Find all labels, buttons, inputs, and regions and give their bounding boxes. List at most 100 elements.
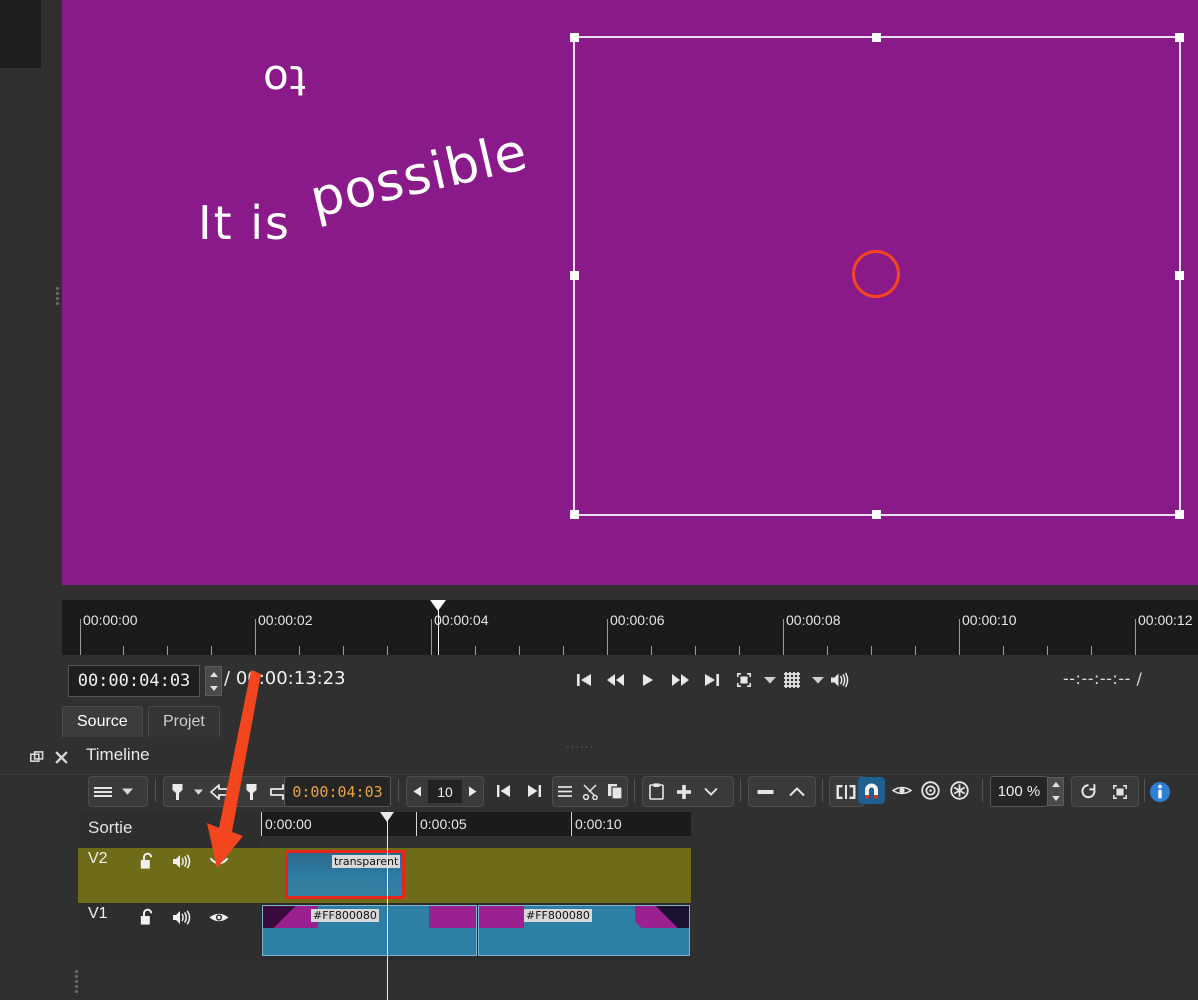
ruler-label: 00:00:12 [1138,612,1193,628]
tab-projet[interactable]: Projet [148,706,220,737]
track-lane-v1[interactable]: #FF800080 #FF800080 [261,903,691,960]
cut-icon[interactable] [578,778,603,805]
ruler-minor-tick [1091,646,1092,655]
resize-handle-top-left[interactable] [570,33,579,42]
timeline-track-v1[interactable]: V1 #FF800080 #FF800080 [78,903,691,960]
track-header-v2[interactable]: V2 [78,848,261,903]
current-position-timecode-field[interactable]: 00:00:04:03 [68,665,200,697]
hidden-eye-icon[interactable] [206,850,232,872]
timeline-menu-group [88,776,148,807]
grip-dot [56,302,59,305]
add-marker-icon[interactable] [237,778,265,805]
scrub-eye-icon[interactable] [888,777,915,804]
timeline-toolbar: 0:00:04:03 10 100 % [62,776,1198,808]
zoom-level-field[interactable]: 100 % [990,776,1048,807]
paste-icon[interactable] [643,778,670,805]
ripple-delete-icon[interactable] [749,778,781,805]
unlock-icon[interactable] [136,850,158,872]
toolbar-separator [822,779,823,802]
timecode-stepper[interactable] [205,666,222,696]
ruler-minor-tick [167,646,168,655]
close-panel-button[interactable] [52,748,70,766]
previous-marker-icon[interactable] [205,778,237,805]
volume-button[interactable] [826,667,854,693]
zoom-stepper-down[interactable] [1051,795,1060,801]
speaker-icon[interactable] [170,906,196,928]
append-icon[interactable] [670,778,697,805]
timeline-clip-color-1[interactable]: #FF800080 [262,905,477,956]
left-sidebar-column [0,68,60,600]
ripple-all-tracks-icon[interactable] [946,777,973,804]
timeline-output-label: Sortie [88,818,133,837]
float-panel-button[interactable] [28,748,46,766]
snap-magnet-icon[interactable] [858,777,885,804]
resize-handle-middle-left[interactable] [570,271,579,280]
timeline-clip-color-2[interactable]: #FF800080 [478,905,690,956]
zoom-stepper-up[interactable] [1051,782,1060,788]
resize-handle-middle-right[interactable] [1175,271,1184,280]
timeline-menu-icon[interactable] [89,778,116,805]
skip-next-icon[interactable] [521,777,548,804]
zoom-fit-button[interactable] [730,667,758,693]
player-tabs: Source Projet [62,706,1198,738]
grip-dot [56,292,59,295]
resize-handle-bottom-right[interactable] [1175,510,1184,519]
track-height-spinner[interactable]: 10 [406,776,484,807]
play-button[interactable] [634,667,662,693]
menu-icon[interactable] [553,778,578,805]
marker-icon[interactable] [164,778,191,805]
overwrite-icon[interactable] [697,778,724,805]
eye-icon[interactable] [206,906,232,928]
zoom-level-stepper[interactable] [1047,777,1064,806]
video-preview[interactable]: to It is possible [62,0,1198,585]
toolbar-separator [155,779,156,802]
info-icon[interactable] [1146,778,1173,805]
timeline-playhead[interactable] [387,812,388,1000]
track-header-v1[interactable]: V1 [78,903,261,960]
stepper-down-arrow[interactable] [209,685,218,691]
resize-handle-bottom-center[interactable] [872,510,881,519]
timeline-ruler-label: 0:00:10 [575,816,622,832]
speaker-icon[interactable] [170,850,196,872]
overlay-text-to: to [262,56,307,105]
zoom-fit-icon[interactable] [1104,778,1136,805]
resize-handle-top-right[interactable] [1175,33,1184,42]
tab-source[interactable]: Source [62,706,143,737]
grip-dot [75,975,78,978]
vui-rotation-handle[interactable] [852,250,900,298]
zoom-reset-icon[interactable] [1072,778,1104,805]
ruler-label: 00:00:04 [434,612,489,628]
timeline-ruler[interactable]: 0:00:00 0:00:05 0:00:10 [261,812,691,836]
zoom-group [1071,776,1139,807]
timeline-track-v2[interactable]: V2 transparent [78,848,691,903]
skip-to-start-button[interactable] [570,667,598,693]
track-lane-v2[interactable]: transparent [261,848,691,903]
track-height-decrease[interactable] [407,778,428,805]
overlay-text-rotated: possible [304,121,534,230]
paste-group [642,776,734,807]
timeline-splitter-grip[interactable] [75,968,82,994]
ruler-label: 00:00:08 [786,612,841,628]
grip-dot [56,287,59,290]
panel-drag-dots[interactable]: ······ [566,741,594,753]
skip-previous-icon[interactable] [490,777,517,804]
stepper-up-arrow[interactable] [209,671,218,677]
ripple-target-icon[interactable] [917,777,944,804]
skip-to-end-button[interactable] [698,667,726,693]
grip-dot [75,980,78,983]
track-name-v2: V2 [88,850,108,867]
rewind-button[interactable] [602,667,630,693]
lift-icon[interactable] [781,778,813,805]
resize-handle-top-center[interactable] [872,33,881,42]
grid-button[interactable] [778,667,806,693]
track-height-increase[interactable] [462,778,483,805]
marker-dropdown-icon[interactable] [191,778,205,805]
timeline-menu-dropdown-icon[interactable] [116,778,138,805]
resize-handle-bottom-left[interactable] [570,510,579,519]
copy-icon[interactable] [602,778,627,805]
fast-forward-button[interactable] [666,667,694,693]
player-timeline-ruler[interactable]: 00:00:00 00:00:02 00:00:04 00:00:06 00:0… [62,600,1198,655]
unlock-icon[interactable] [136,906,158,928]
player-playhead[interactable] [430,600,446,655]
timeline-position-timecode[interactable]: 0:00:04:03 [284,776,391,807]
